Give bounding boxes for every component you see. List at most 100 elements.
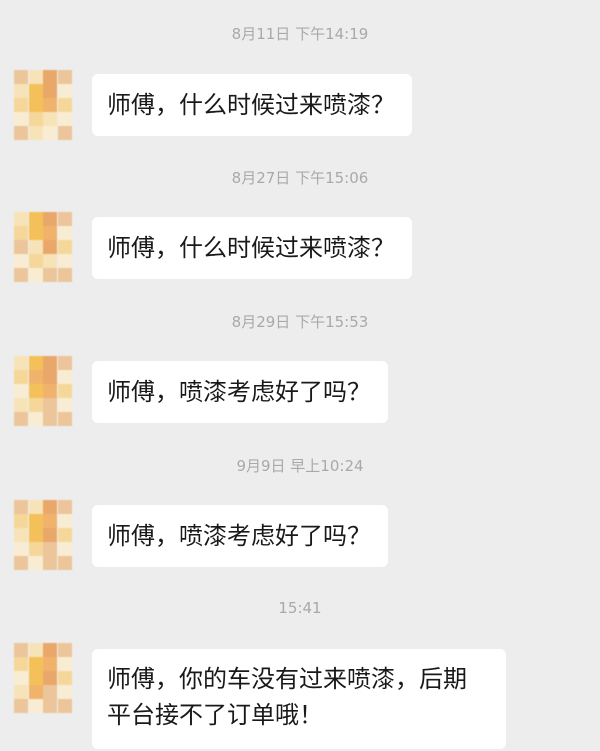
message-bubble[interactable]: 师傅，喷漆考虑好了吗？	[92, 361, 388, 423]
avatar-mosaic-tile	[14, 356, 28, 370]
message-timestamp: 9月9日 早上10:24	[236, 457, 364, 475]
avatar-mosaic-tile	[57, 542, 72, 556]
avatar-mosaic-tile	[43, 112, 57, 126]
avatar-mosaic-tile	[14, 643, 28, 657]
avatar-mosaic-tile	[57, 671, 72, 685]
avatar-mosaic-tile	[57, 98, 72, 112]
avatar-mosaic-tile	[43, 268, 57, 282]
avatar-mosaic-tile	[57, 643, 72, 657]
avatar-mosaic-tile	[28, 240, 43, 254]
avatar-mosaic-tile	[57, 112, 72, 126]
avatar-mosaic-tile	[57, 398, 72, 412]
avatar-mosaic-tile	[43, 685, 57, 699]
avatar-mosaic-tile	[28, 398, 43, 412]
avatar-mosaic-tile	[57, 384, 72, 398]
avatar-mosaic-tile	[14, 398, 28, 412]
avatar-mosaic-tile	[57, 268, 72, 282]
message-bubble[interactable]: 师傅，你的车没有过来喷漆，后期 平台接不了订单哦！	[92, 649, 506, 749]
avatar-mosaic-tile	[14, 254, 28, 268]
avatar-mosaic-tile	[14, 671, 28, 685]
avatar-mosaic-tile	[28, 254, 43, 268]
avatar-mosaic-tile	[57, 126, 72, 140]
avatar-mosaic-tile	[57, 240, 72, 254]
avatar-mosaic-tile	[28, 268, 43, 282]
avatar-mosaic-tile	[14, 112, 28, 126]
avatar-mosaic-tile	[28, 370, 43, 384]
avatar-mosaic-tile	[28, 556, 43, 570]
avatar-mosaic-tile	[28, 112, 43, 126]
avatar[interactable]	[14, 500, 72, 570]
message-timestamp: 8月27日 下午15:06	[231, 169, 369, 187]
avatar-mosaic-tile	[14, 240, 28, 254]
avatar-mosaic-tile	[14, 384, 28, 398]
avatar-mosaic-tile	[14, 212, 28, 226]
avatar-mosaic-tile	[43, 98, 57, 112]
message-text: 师傅，你的车没有过来喷漆，后期	[107, 665, 467, 693]
avatar-mosaic-tile	[14, 699, 28, 713]
message-text: 师傅，什么时候过来喷漆？	[107, 234, 395, 262]
avatar-mosaic-tile	[14, 685, 28, 699]
avatar-mosaic-tile	[43, 356, 57, 370]
avatar-mosaic-tile	[43, 384, 57, 398]
avatar-mosaic-tile	[14, 514, 28, 528]
avatar-mosaic-tile	[28, 542, 43, 556]
avatar[interactable]	[14, 356, 72, 426]
avatar-mosaic-tile	[14, 370, 28, 384]
message-text: 师傅，喷漆考虑好了吗？	[107, 378, 371, 406]
avatar-mosaic-tile	[43, 398, 57, 412]
message-text: 平台接不了订单哦！	[107, 701, 323, 729]
avatar-mosaic-tile	[28, 226, 43, 240]
avatar-mosaic-tile	[57, 685, 72, 699]
avatar-mosaic-tile	[43, 699, 57, 713]
message-bubble[interactable]: 师傅，喷漆考虑好了吗？	[92, 505, 388, 567]
avatar-mosaic-tile	[28, 98, 43, 112]
avatar-mosaic-tile	[43, 556, 57, 570]
avatar-mosaic-tile	[57, 356, 72, 370]
avatar-mosaic-tile	[14, 528, 28, 542]
avatar[interactable]	[14, 70, 72, 140]
avatar-mosaic-tile	[43, 528, 57, 542]
avatar-mosaic-tile	[28, 212, 43, 226]
avatar-mosaic-tile	[14, 657, 28, 671]
message-text: 师傅，什么时候过来喷漆？	[107, 91, 395, 119]
avatar-mosaic-tile	[14, 226, 28, 240]
avatar-mosaic-tile	[43, 500, 57, 514]
avatar-mosaic-tile	[57, 70, 72, 84]
avatar-mosaic-tile	[14, 412, 28, 426]
avatar-mosaic-tile	[57, 657, 72, 671]
avatar-mosaic-tile	[57, 226, 72, 240]
avatar-mosaic-tile	[28, 671, 43, 685]
avatar-mosaic-tile	[57, 212, 72, 226]
avatar-mosaic-tile	[28, 657, 43, 671]
avatar-mosaic-tile	[28, 514, 43, 528]
message-timestamp: 8月11日 下午14:19	[231, 25, 369, 43]
avatar-mosaic-tile	[28, 412, 43, 426]
message-bubble[interactable]: 师傅，什么时候过来喷漆？	[92, 217, 412, 279]
avatar-mosaic-tile	[28, 384, 43, 398]
avatar-mosaic-tile	[43, 412, 57, 426]
avatar-mosaic-tile	[57, 412, 72, 426]
avatar-mosaic-tile	[57, 528, 72, 542]
avatar[interactable]	[14, 643, 72, 713]
avatar-mosaic-tile	[57, 84, 72, 98]
avatar-mosaic-tile	[14, 70, 28, 84]
avatar-mosaic-tile	[28, 70, 43, 84]
avatar-mosaic-tile	[43, 212, 57, 226]
avatar-mosaic-tile	[57, 370, 72, 384]
message-timestamp: 15:41	[278, 599, 322, 617]
avatar-mosaic-tile	[14, 542, 28, 556]
avatar-mosaic-tile	[43, 254, 57, 268]
avatar-mosaic-tile	[28, 126, 43, 140]
message-bubble[interactable]: 师傅，什么时候过来喷漆？	[92, 74, 412, 136]
avatar-mosaic-tile	[43, 126, 57, 140]
avatar-mosaic-tile	[43, 240, 57, 254]
avatar-mosaic-tile	[28, 356, 43, 370]
avatar[interactable]	[14, 212, 72, 282]
avatar-mosaic-tile	[43, 70, 57, 84]
avatar-mosaic-tile	[57, 514, 72, 528]
avatar-mosaic-tile	[14, 98, 28, 112]
avatar-mosaic-tile	[43, 370, 57, 384]
avatar-mosaic-tile	[43, 542, 57, 556]
avatar-mosaic-tile	[28, 500, 43, 514]
avatar-mosaic-tile	[43, 657, 57, 671]
